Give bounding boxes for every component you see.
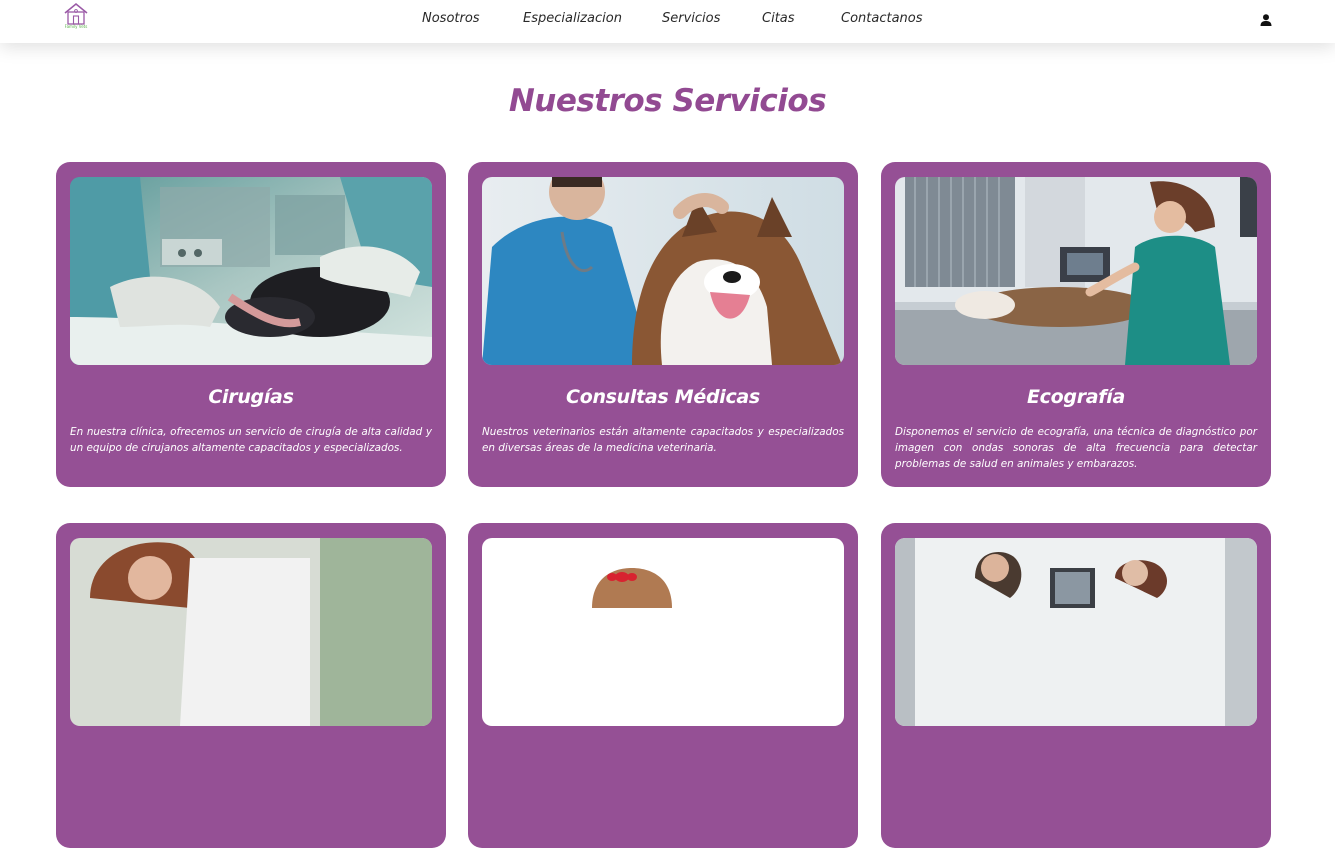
service-card-consultas[interactable]: Consultas Médicas Nuestros veterinarios … — [468, 162, 858, 487]
card-title: Consultas Médicas — [566, 386, 760, 408]
nav-citas[interactable]: Citas — [762, 11, 795, 26]
nav-servicios[interactable]: Servicios — [662, 11, 720, 26]
main-menu: Nosotros Especializacion Servicios Citas… — [0, 11, 1335, 31]
consultation-image — [482, 177, 844, 365]
vet-with-dog-image — [70, 538, 432, 726]
service-card-5[interactable] — [468, 523, 858, 848]
card-title: Ecografía — [1027, 386, 1125, 408]
service-card-ecografia[interactable]: Ecografía Disponemos el servicio de ecog… — [881, 162, 1271, 487]
card-description: Nuestros veterinarios están altamente ca… — [482, 426, 844, 454]
card-description: En nuestra clínica, ofrecemos un servici… — [70, 426, 432, 454]
nav-contactanos[interactable]: Contactanos — [841, 11, 923, 26]
service-card-4[interactable] — [56, 523, 446, 848]
ultrasound-image — [895, 177, 1257, 365]
nav-especializacion[interactable]: Especializacion — [523, 11, 622, 26]
user-icon[interactable] — [1259, 12, 1273, 26]
child-with-pet-image — [482, 538, 844, 726]
service-card-cirugias[interactable]: Cirugías En nuestra clínica, ofrecemos u… — [56, 162, 446, 487]
card-title: Cirugías — [208, 386, 294, 408]
xray-review-image — [895, 538, 1257, 726]
nav-nosotros[interactable]: Nosotros — [422, 11, 480, 26]
section-title: Nuestros Servicios — [508, 82, 827, 119]
top-navbar: Family Vets Nosotros Especializacion Ser… — [0, 0, 1335, 43]
card-description: Disponemos el servicio de ecografía, una… — [895, 426, 1257, 470]
service-card-6[interactable] — [881, 523, 1271, 848]
surgery-image — [70, 177, 432, 365]
